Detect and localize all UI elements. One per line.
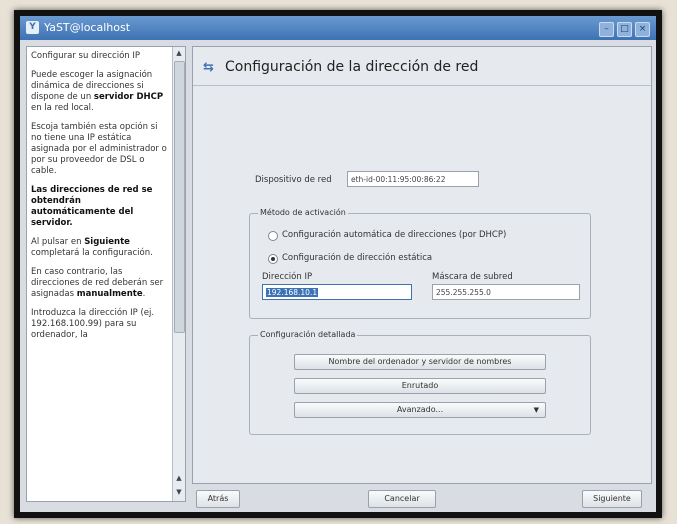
group-title: Método de activación — [258, 208, 348, 217]
subnet-mask-input[interactable]: 255.255.255.0 — [432, 284, 580, 300]
device-field: eth-id-00:11:95:00:86:22 — [347, 171, 479, 187]
main-panel: ⇆ Configuración de la dirección de red D… — [192, 46, 652, 484]
maximize-icon[interactable]: □ — [617, 22, 632, 37]
dhcp-radio[interactable] — [268, 231, 278, 241]
scrollbar-thumb[interactable] — [174, 61, 185, 333]
help-bold-text: servidor DHCP — [93, 92, 164, 102]
ip-address-input[interactable]: 192.168.10.1 — [262, 284, 412, 300]
mask-label: Máscara de subred — [432, 272, 513, 282]
window-controls: – □ × — [596, 21, 650, 37]
minimize-icon[interactable]: – — [599, 22, 614, 37]
help-paragraph: Al pulsar en Siguiente completará la con… — [31, 237, 167, 259]
help-text-run: Escoja también esta opción si no tiene u… — [31, 122, 167, 176]
help-paragraph: Puede escoger la asignación dinámica de … — [31, 70, 167, 114]
window-title: YaST@localhost — [44, 21, 131, 34]
help-bold-text: Las direcciones de red se obtendrán auto… — [31, 185, 153, 228]
help-text-run: Configurar su dirección IP — [31, 51, 141, 61]
routing-button[interactable]: Enrutado — [294, 378, 546, 394]
back-button[interactable]: Atrás — [196, 490, 240, 508]
network-config-icon: ⇆ — [203, 60, 214, 75]
static-option-label[interactable]: Configuración de dirección estática — [282, 253, 432, 263]
help-paragraph: Las direcciones de red se obtendrán auto… — [31, 185, 167, 229]
group-title: Configuración detallada — [258, 330, 358, 339]
help-bold-text: Siguiente — [84, 237, 130, 247]
help-paragraph: Introduzca la dirección IP (ej. 192.168.… — [31, 308, 167, 341]
help-text-run: completará la configuración. — [31, 248, 153, 258]
help-text-run: Introduzca la dirección IP (ej. 192.168.… — [31, 308, 155, 340]
scroll-up-icon[interactable]: ▲ — [174, 48, 184, 59]
help-text: Configurar su dirección IP Puede escoger … — [31, 51, 167, 349]
help-text-run: Al pulsar en — [31, 237, 85, 247]
advanced-combo[interactable]: Avanzado... ▼ — [294, 402, 546, 418]
page-title: Configuración de la dirección de red — [225, 59, 479, 75]
help-panel: Configurar su dirección IP Puede escoger … — [26, 46, 186, 502]
close-icon[interactable]: × — [635, 22, 650, 37]
title-bar[interactable]: Y YaST@localhost – □ × — [20, 16, 656, 40]
chevron-down-icon: ▼ — [533, 406, 539, 414]
next-button[interactable]: Siguiente — [582, 490, 642, 508]
activation-method-group: Método de activación Configuración autom… — [249, 208, 591, 319]
ip-label: Dirección IP — [262, 272, 313, 282]
header-divider — [193, 85, 651, 86]
help-paragraph: Escoja también esta opción si no tiene u… — [31, 122, 167, 177]
hostname-dns-button[interactable]: Nombre del ordenador y servidor de nombr… — [294, 354, 546, 370]
help-paragraph: En caso contrario, las direcciones de re… — [31, 267, 167, 300]
help-bold-text: manualmente — [76, 289, 143, 299]
dhcp-option-label[interactable]: Configuración automática de direcciones … — [282, 230, 506, 240]
help-text-run: en la red local. — [31, 103, 94, 113]
scroll-down-icon[interactable]: ▼ — [174, 487, 184, 498]
advanced-label: Avanzado... — [396, 405, 444, 414]
help-paragraph: Configurar su dirección IP — [31, 51, 167, 62]
help-scrollbar[interactable]: ▲ ▲ ▼ — [172, 47, 185, 501]
ip-address-value: 192.168.10.1 — [266, 288, 319, 297]
yast-app-icon: Y — [26, 21, 39, 34]
help-text-run: . — [142, 289, 146, 299]
detailed-config-group: Configuración detallada Nombre del orden… — [249, 330, 591, 435]
device-label: Dispositivo de red — [255, 175, 332, 185]
cancel-button[interactable]: Cancelar — [368, 490, 436, 508]
static-radio[interactable] — [268, 254, 278, 264]
yast-window: Y YaST@localhost – □ × Configurar su direc… — [20, 16, 656, 512]
scroll-up-icon[interactable]: ▲ — [174, 473, 184, 484]
